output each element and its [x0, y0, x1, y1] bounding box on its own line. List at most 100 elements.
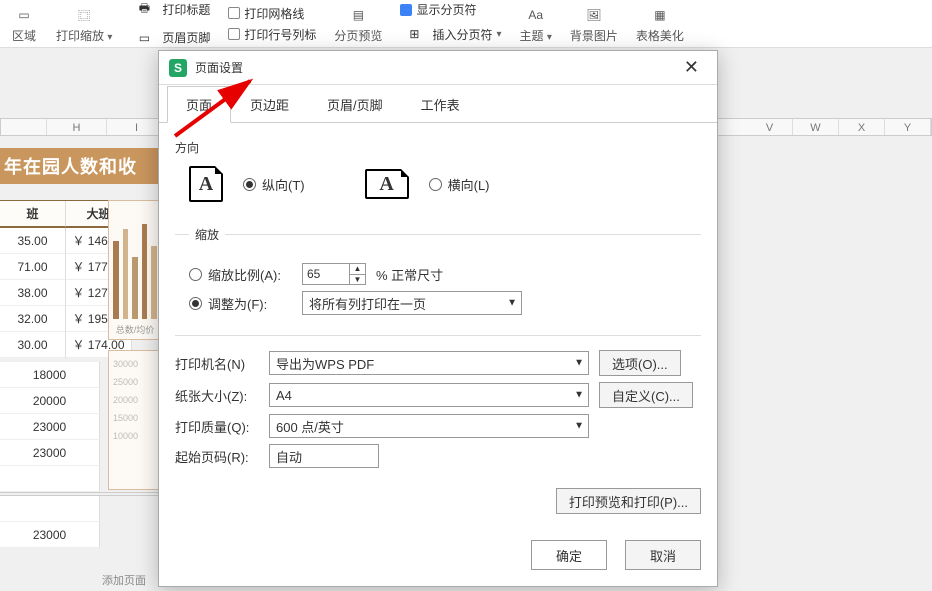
axis-tick: 15000 — [113, 413, 157, 431]
print-zoom-icon: ⿴ — [70, 3, 98, 27]
table-cell: 23000 — [0, 440, 100, 466]
axis-tick: 30000 — [113, 359, 157, 377]
fit-radio[interactable]: 调整为(F): — [189, 294, 292, 313]
chevron-down-icon: ▼ — [574, 358, 584, 369]
ribbon-area-label: 区域 — [12, 27, 36, 44]
insert-pagebreak[interactable]: ⊞插入分页符 ▾ — [400, 22, 501, 46]
zoom-ratio-radio[interactable]: 缩放比例(A): — [189, 265, 292, 284]
add-page-label[interactable]: 添加页面 — [102, 572, 146, 588]
sheet-title-banner: 年在园人数和收 — [0, 148, 160, 184]
rowcol-label: 打印行号列标 — [244, 26, 316, 43]
tab-header[interactable]: 页眉/页脚 — [308, 86, 402, 123]
tab-page[interactable]: 页面 — [167, 86, 231, 123]
landscape-radio[interactable]: 横向(L) — [429, 175, 490, 194]
table-cell: 20000 — [0, 388, 100, 414]
beautify-icon: ▦ — [646, 3, 674, 27]
table-cell: 23000 — [0, 414, 100, 440]
table-cell: 30.00 — [0, 332, 66, 358]
startpage-input[interactable]: 自动 — [269, 444, 379, 468]
quality-value: 600 点/英寸 — [276, 417, 344, 436]
axis-tick: 10000 — [113, 431, 157, 449]
tab-sheet[interactable]: 工作表 — [402, 86, 479, 123]
fit-label: 调整为(F): — [208, 294, 292, 313]
chevron-down-icon: ▼ — [574, 421, 584, 432]
checkbox-icon — [228, 7, 240, 19]
bar-chart-2: 3000025000200001500010000 — [108, 350, 162, 490]
theme-label: 主题 — [519, 29, 543, 43]
tab-margin[interactable]: 页边距 — [231, 86, 308, 123]
column-header[interactable]: X — [839, 119, 885, 135]
zoom-group-label: 缩放 — [189, 226, 225, 243]
ribbon-bgimage[interactable]: 🖼 背景图片 — [570, 3, 618, 44]
page-header-footer[interactable]: ▭页眉页脚 — [130, 26, 210, 50]
radio-off-icon — [429, 178, 442, 191]
printer-select[interactable]: 导出为WPS PDF▼ — [269, 351, 589, 375]
table-cell — [0, 496, 100, 522]
print-title[interactable]: 🖶打印标题 — [130, 0, 210, 22]
table-row[interactable]: 23000 — [0, 522, 160, 548]
gridlines-label: 打印网格线 — [244, 5, 304, 22]
header-icon: ▭ — [130, 26, 158, 50]
table-header: 班 — [0, 201, 66, 227]
ribbon-theme[interactable]: Aa 主题 ▾ — [519, 3, 551, 44]
theme-icon: Aa — [522, 3, 550, 27]
chevron-down-icon: ▾ — [547, 32, 552, 43]
title-icon: 🖶 — [130, 0, 158, 22]
radio-on-icon — [243, 178, 256, 191]
axis-tick: 25000 — [113, 377, 157, 395]
portrait-label: 纵向(T) — [262, 175, 305, 194]
spinner-icon[interactable]: ▲▼ — [349, 264, 365, 284]
print-rowcol-check[interactable]: 打印行号列标 — [228, 26, 316, 43]
column-header[interactable]: V — [747, 119, 793, 135]
quality-select[interactable]: 600 点/英寸 ▼ — [269, 414, 589, 438]
chevron-down-icon: ▾ — [496, 29, 501, 40]
column-header[interactable] — [1, 119, 47, 135]
ribbon-beautify[interactable]: ▦ 表格美化 — [636, 3, 684, 44]
quality-label: 打印质量(Q): — [175, 417, 259, 436]
zoom-ratio-input[interactable]: 65 ▲▼ — [302, 263, 366, 285]
zoom-ratio-label: 缩放比例(A): — [208, 265, 292, 284]
page-setup-dialog: S 页面设置 ✕ 页面 页边距 页眉/页脚 工作表 方向 A 纵向(T) A 横… — [158, 50, 718, 587]
chevron-down-icon: ▼ — [574, 390, 584, 401]
preview-icon: ▤ — [344, 3, 372, 27]
column-header[interactable]: W — [793, 119, 839, 135]
checkbox-icon — [228, 28, 240, 40]
ribbon-print-zoom[interactable]: ⿴ 打印缩放 ▾ — [56, 3, 112, 44]
table-row[interactable] — [0, 496, 160, 522]
portrait-icon: A — [189, 166, 223, 202]
table-cell: 38.00 — [0, 280, 66, 306]
landscape-label: 横向(L) — [448, 175, 490, 194]
column-header[interactable]: H — [47, 119, 107, 135]
table-cell — [0, 466, 100, 492]
printer-name-label: 打印机名(N) — [175, 354, 259, 373]
ribbon-area[interactable]: ▭ 区域 — [10, 3, 38, 44]
fit-value: 将所有列打印在一页 — [309, 294, 426, 313]
fit-select[interactable]: 将所有列打印在一页▼ — [302, 291, 522, 315]
ok-button[interactable]: 确定 — [531, 540, 607, 570]
table-cell: 35.00 — [0, 228, 66, 254]
page-preview[interactable]: ▤ 分页预览 — [334, 3, 382, 44]
app-icon: S — [169, 59, 187, 77]
table-cell: 32.00 — [0, 306, 66, 332]
dialog-title: 页面设置 — [195, 59, 243, 76]
custom-button[interactable]: 自定义(C)... — [599, 382, 693, 408]
table-cell: 18000 — [0, 362, 100, 388]
area-icon: ▭ — [10, 3, 38, 27]
print-gridlines-check[interactable]: 打印网格线 — [228, 5, 316, 22]
print-preview-button[interactable]: 打印预览和打印(P)... — [556, 488, 701, 514]
column-header[interactable]: Y — [885, 119, 931, 135]
options-button[interactable]: 选项(O)... — [599, 350, 681, 376]
dialog-titlebar: S 页面设置 ✕ — [159, 51, 717, 85]
cancel-button[interactable]: 取消 — [625, 540, 701, 570]
paper-select[interactable]: A4 ▼ — [269, 383, 589, 407]
portrait-radio[interactable]: 纵向(T) — [243, 175, 305, 194]
header-footer-label: 页眉页脚 — [162, 29, 210, 46]
show-pagebreak-check[interactable]: 显示分页符 — [400, 1, 501, 18]
paper-value: A4 — [276, 388, 292, 403]
radio-off-icon — [189, 268, 202, 281]
bar-chart-1: 总数/均价 — [108, 200, 162, 340]
preview-label: 分页预览 — [334, 27, 382, 44]
zoom-suffix: % 正常尺寸 — [376, 265, 443, 284]
close-icon[interactable]: ✕ — [676, 55, 707, 80]
chart-caption: 总数/均价 — [116, 323, 155, 336]
